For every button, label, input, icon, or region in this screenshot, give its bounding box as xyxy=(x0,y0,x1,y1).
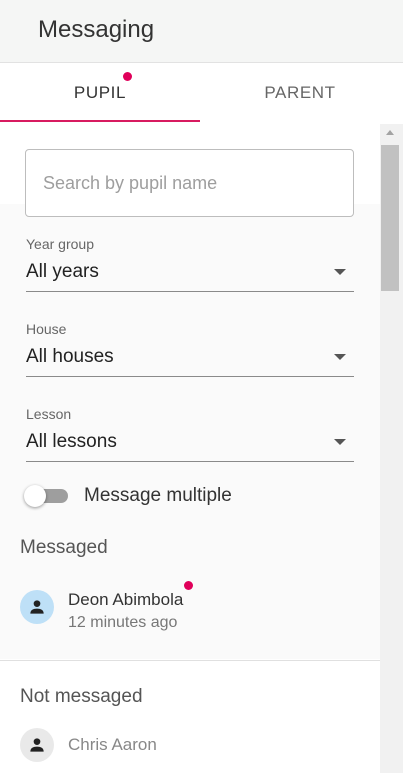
house-label: House xyxy=(26,321,67,337)
person-icon xyxy=(30,738,44,752)
search-field[interactable] xyxy=(25,149,354,217)
scroll-up-arrow-icon[interactable] xyxy=(386,130,394,135)
page-title: Messaging xyxy=(38,16,155,43)
search-input[interactable] xyxy=(43,172,333,194)
house-value: All houses xyxy=(26,346,114,367)
tab-pupil[interactable]: PUPIL xyxy=(0,63,200,123)
contact-row[interactable]: Chris Aaron xyxy=(20,728,157,772)
lesson-label: Lesson xyxy=(26,406,72,422)
scrollbar-thumb[interactable] xyxy=(381,145,399,291)
message-multiple-toggle[interactable] xyxy=(22,484,70,508)
select-underline xyxy=(26,291,354,292)
message-multiple-toggle-row[interactable]: Message multiple xyxy=(22,481,232,511)
lesson-select[interactable]: Lesson All lessons xyxy=(26,406,354,468)
scrollbar[interactable] xyxy=(380,124,403,773)
tab-bar: PUPIL PARENT xyxy=(0,63,403,123)
select-underline xyxy=(26,376,354,377)
pupil-list-panel: Year group All years House All houses Le… xyxy=(0,124,380,773)
house-select[interactable]: House All houses xyxy=(26,321,354,383)
tab-pupil-label: PUPIL xyxy=(73,83,127,102)
contact-name: Deon Abimbola xyxy=(68,590,184,609)
notification-dot xyxy=(123,72,133,81)
avatar xyxy=(20,728,54,762)
year-group-value: All years xyxy=(26,261,99,282)
tab-parent-label: PARENT xyxy=(264,83,336,102)
dropdown-arrow-icon xyxy=(334,269,346,275)
last-message-time: 12 minutes ago xyxy=(68,614,178,631)
person-icon xyxy=(30,600,44,614)
year-group-select[interactable]: Year group All years xyxy=(26,236,354,298)
dropdown-arrow-icon xyxy=(334,354,346,360)
section-divider xyxy=(0,660,380,661)
active-tab-indicator xyxy=(0,120,200,122)
contact-row[interactable]: Deon Abimbola 12 minutes ago xyxy=(20,581,194,634)
toggle-knob[interactable] xyxy=(24,485,46,507)
app-header: Messaging xyxy=(0,0,403,63)
year-group-label: Year group xyxy=(26,236,94,252)
dropdown-arrow-icon xyxy=(334,439,346,445)
select-underline xyxy=(26,461,354,462)
message-multiple-label: Message multiple xyxy=(84,485,232,506)
messaged-section-title: Messaged xyxy=(20,537,108,558)
tab-parent[interactable]: PARENT xyxy=(200,63,400,123)
not-messaged-section-title: Not messaged xyxy=(20,686,143,707)
contact-name: Chris Aaron xyxy=(68,735,157,754)
avatar xyxy=(20,590,54,624)
lesson-value: All lessons xyxy=(26,431,117,452)
